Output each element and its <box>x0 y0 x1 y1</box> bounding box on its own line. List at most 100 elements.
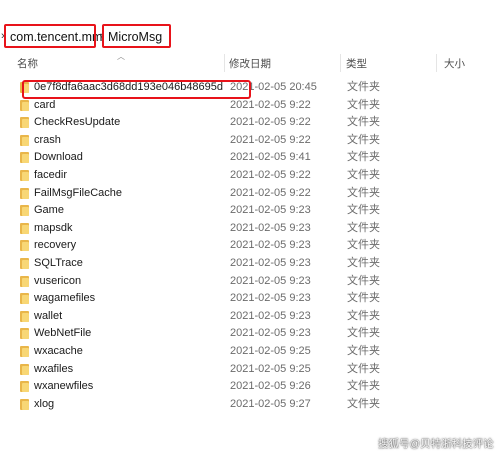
folder-icon <box>20 99 29 111</box>
file-modified-date: 2021-02-05 9:27 <box>230 397 311 410</box>
file-row[interactable]: FailMsgFileCache 2021-02-05 9:22 文件夹 <box>0 185 499 203</box>
breadcrumb-highlight-box <box>4 24 96 48</box>
column-header-name[interactable]: 名称 <box>17 56 38 71</box>
file-modified-date: 2021-02-05 9:22 <box>230 116 311 129</box>
file-name: FailMsgFileCache <box>34 186 123 199</box>
file-name: vusericon <box>34 274 82 287</box>
file-type: 文件夹 <box>347 362 380 375</box>
folder-icon <box>20 205 29 217</box>
file-type: 文件夹 <box>347 221 380 234</box>
file-modified-date: 2021-02-05 9:41 <box>230 151 311 164</box>
column-header-row: ︿ 名称 修改日期 类型 大小 <box>0 52 499 74</box>
file-type: 文件夹 <box>347 327 380 340</box>
folder-icon <box>20 222 29 234</box>
file-row[interactable]: vusericon 2021-02-05 9:23 文件夹 <box>0 273 499 291</box>
file-modified-date: 2021-02-05 9:25 <box>230 345 311 357</box>
file-modified-date: 2021-02-05 9:23 <box>230 204 311 217</box>
file-row[interactable]: wallet 2021-02-05 9:23 文件夹 <box>0 308 499 326</box>
file-modified-date: 2021-02-05 9:23 <box>230 327 311 340</box>
file-modified-date: 2021-02-05 9:22 <box>230 186 311 199</box>
file-modified-date: 2021-02-05 9:22 <box>230 169 311 181</box>
file-row[interactable]: xlog 2021-02-05 9:27 文件夹 <box>0 396 499 414</box>
file-row[interactable]: SQLTrace 2021-02-05 9:23 文件夹 <box>0 255 499 273</box>
column-header-modified[interactable]: 修改日期 <box>229 56 271 71</box>
file-type: 文件夹 <box>347 133 380 146</box>
file-name: WebNetFile <box>34 327 92 340</box>
file-modified-date: 2021-02-05 9:23 <box>230 292 311 305</box>
column-divider[interactable] <box>224 54 225 72</box>
file-row[interactable]: card 2021-02-05 9:22 文件夹 <box>0 97 499 115</box>
breadcrumb: › com.tencent.mm › MicroMsg <box>0 24 499 50</box>
file-type: 文件夹 <box>347 151 380 164</box>
file-type: 文件夹 <box>347 239 380 252</box>
folder-icon <box>20 240 29 252</box>
file-name: wxanewfiles <box>34 380 94 393</box>
file-type: 文件夹 <box>347 169 380 181</box>
file-row[interactable]: wxacache 2021-02-05 9:25 文件夹 <box>0 343 499 361</box>
column-divider[interactable] <box>340 54 341 72</box>
file-type: 文件夹 <box>347 309 380 322</box>
file-row[interactable]: recovery 2021-02-05 9:23 文件夹 <box>0 237 499 255</box>
folder-icon <box>20 117 29 129</box>
file-name: Game <box>34 204 64 217</box>
folder-icon <box>20 170 29 181</box>
file-type: 文件夹 <box>347 98 380 111</box>
folder-icon <box>20 310 29 322</box>
folder-icon <box>20 328 29 340</box>
file-type: 文件夹 <box>347 345 380 357</box>
file-modified-date: 2021-02-05 9:23 <box>230 309 311 322</box>
file-type: 文件夹 <box>347 257 380 269</box>
breadcrumb-highlight-box <box>102 24 171 48</box>
file-row[interactable]: CheckResUpdate 2021-02-05 9:22 文件夹 <box>0 114 499 132</box>
file-name: mapsdk <box>34 221 73 234</box>
file-name: xlog <box>34 397 55 410</box>
file-row[interactable]: Download 2021-02-05 9:41 文件夹 <box>0 149 499 167</box>
file-modified-date: 2021-02-05 9:25 <box>230 362 311 375</box>
file-row[interactable]: facedir 2021-02-05 9:22 文件夹 <box>0 167 499 185</box>
file-type: 文件夹 <box>347 397 380 410</box>
file-type: 文件夹 <box>347 204 380 217</box>
file-row[interactable]: WebNetFile 2021-02-05 9:23 文件夹 <box>0 325 499 343</box>
file-type: 文件夹 <box>347 274 380 287</box>
watermark-text: 搜狐号@贝特浙科技评论 <box>378 438 494 450</box>
file-type: 文件夹 <box>347 186 380 199</box>
file-type: 文件夹 <box>347 116 380 129</box>
folder-highlight-box <box>22 80 251 99</box>
file-name: wagamefiles <box>34 292 96 305</box>
file-modified-date: 2021-02-05 9:23 <box>230 239 311 252</box>
file-modified-date: 2021-02-05 9:23 <box>230 221 311 234</box>
file-type: 文件夹 <box>347 380 380 393</box>
file-name: recovery <box>34 239 77 252</box>
file-name: card <box>34 98 56 111</box>
file-name: facedir <box>34 169 68 181</box>
folder-icon <box>20 398 29 410</box>
file-row[interactable]: wxanewfiles 2021-02-05 9:26 文件夹 <box>0 378 499 396</box>
column-divider[interactable] <box>436 54 437 72</box>
column-header-type[interactable]: 类型 <box>346 56 367 71</box>
folder-icon <box>20 346 29 357</box>
file-modified-date: 2021-02-05 9:22 <box>230 98 311 111</box>
file-modified-date: 2021-02-05 9:26 <box>230 380 311 393</box>
file-row[interactable]: crash 2021-02-05 9:22 文件夹 <box>0 132 499 150</box>
file-name: SQLTrace <box>34 257 83 269</box>
folder-icon <box>20 381 29 393</box>
file-row[interactable]: mapsdk 2021-02-05 9:23 文件夹 <box>0 220 499 238</box>
file-name: Download <box>34 151 83 164</box>
file-modified-date: 2021-02-05 9:22 <box>230 133 311 146</box>
sort-up-icon: ︿ <box>117 52 125 61</box>
file-name: CheckResUpdate <box>34 116 121 129</box>
file-row[interactable]: wxafiles 2021-02-05 9:25 文件夹 <box>0 361 499 379</box>
file-modified-date: 2021-02-05 9:23 <box>230 257 311 269</box>
column-header-size[interactable]: 大小 <box>444 56 465 71</box>
file-row[interactable]: wagamefiles 2021-02-05 9:23 文件夹 <box>0 290 499 308</box>
file-name: wxacache <box>34 345 83 357</box>
file-row[interactable]: Game 2021-02-05 9:23 文件夹 <box>0 202 499 220</box>
file-type: 文件夹 <box>347 292 380 305</box>
file-name: crash <box>34 133 61 146</box>
folder-icon <box>20 293 29 305</box>
folder-icon <box>20 363 29 375</box>
folder-icon <box>20 134 29 146</box>
file-name: wxafiles <box>34 362 74 375</box>
folder-icon <box>20 152 29 164</box>
file-modified-date: 2021-02-05 9:23 <box>230 274 311 287</box>
